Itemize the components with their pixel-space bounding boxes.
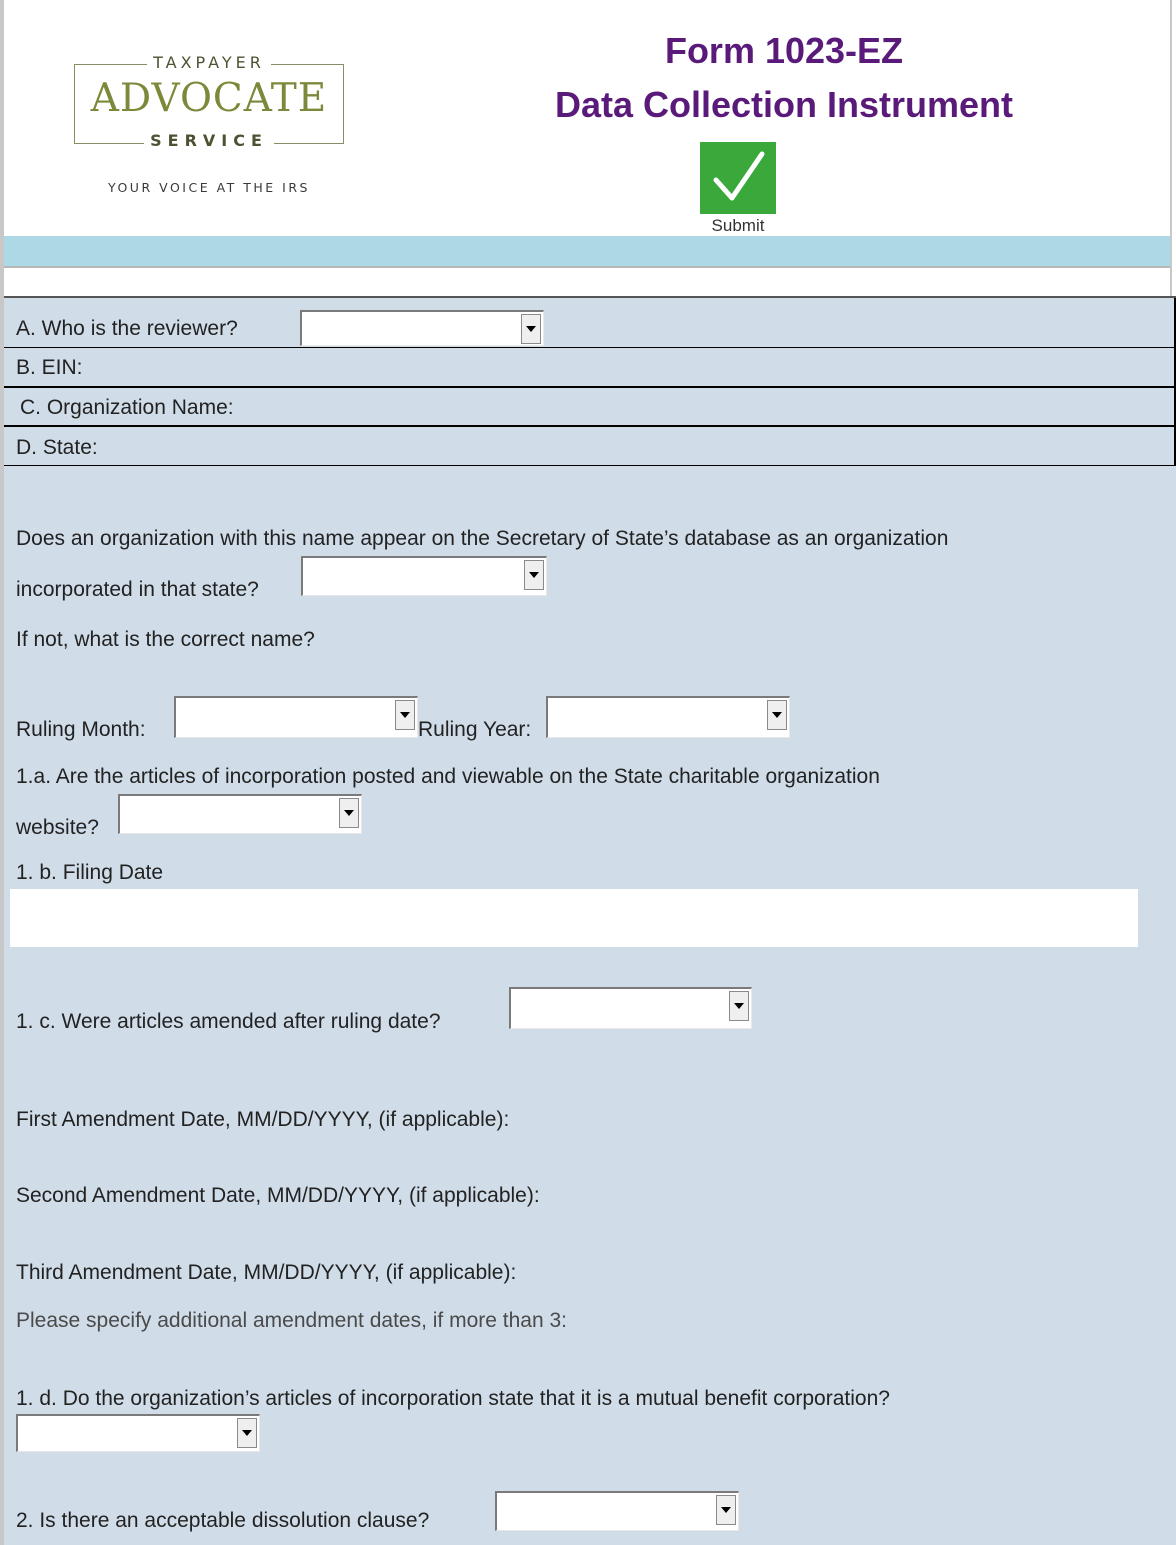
reviewer-row: A. Who is the reviewer? <box>4 298 1176 348</box>
chevron-down-icon <box>716 1495 736 1525</box>
reviewer-label: A. Who is the reviewer? <box>16 317 238 340</box>
q1c-label: 1. c. Were articles amended after ruling… <box>16 1010 441 1033</box>
articles-amended-select[interactable] <box>509 987 752 1029</box>
submit-button[interactable]: Submit <box>700 142 776 240</box>
org-name-label: C. Organization Name: <box>20 396 234 419</box>
ruling-year-label: Ruling Year: <box>418 718 532 741</box>
chevron-down-icon <box>767 700 787 730</box>
logo-top-text: TAXPAYER <box>147 53 271 72</box>
articles-posted-select[interactable] <box>118 794 362 834</box>
checkmark-icon <box>700 142 776 214</box>
ruling-month-select[interactable] <box>174 696 418 738</box>
dissolution-clause-select[interactable] <box>495 1491 739 1531</box>
q1b-label: 1. b. Filing Date <box>16 861 164 884</box>
page-subtitle: Data Collection Instrument <box>554 84 1014 125</box>
header: TAXPAYER ADVOCATE SERVICE YOUR VOICE AT … <box>4 8 1170 236</box>
state-row: D. State: <box>4 426 1176 466</box>
chevron-down-icon <box>521 314 541 344</box>
chevron-down-icon <box>524 560 544 590</box>
state-label: D. State: <box>16 436 98 459</box>
reviewer-select[interactable] <box>300 310 544 346</box>
submit-label: Submit <box>711 216 765 235</box>
chevron-down-icon <box>339 798 359 828</box>
header-band <box>4 236 1170 266</box>
correct-name-label: If not, what is the correct name? <box>16 628 315 651</box>
q1d-label: 1. d. Do the organization’s articles of … <box>16 1387 890 1410</box>
second-amendment-label: Second Amendment Date, MM/DD/YYYY, (if a… <box>16 1184 540 1207</box>
page-title: Form 1023-EZ <box>664 30 904 71</box>
q2-label: 2. Is there an acceptable dissolution cl… <box>16 1509 430 1532</box>
first-amendment-label: First Amendment Date, MM/DD/YYYY, (if ap… <box>16 1108 510 1131</box>
logo-bottom-text: SERVICE <box>144 131 274 150</box>
additional-amendments-label: Please specify additional amendment date… <box>16 1309 567 1332</box>
data-collection-form: A. Who is the reviewer? B. EIN: C. Organ… <box>4 298 1176 1545</box>
header-divider <box>4 266 1170 268</box>
mutual-benefit-select[interactable] <box>16 1414 260 1452</box>
logo-middle-text: ADVOCATE <box>90 76 328 121</box>
logo-tagline: YOUR VOICE AT THE IRS <box>108 180 310 195</box>
chevron-down-icon <box>237 1418 257 1448</box>
chevron-down-icon <box>729 991 749 1021</box>
sos-question-line1: Does an organization with this name appe… <box>16 527 949 550</box>
q1a-line2: website? <box>16 816 99 839</box>
ruling-year-select[interactable] <box>546 696 790 738</box>
ein-row: B. EIN: <box>4 348 1176 387</box>
org-name-row: C. Organization Name: <box>4 387 1176 426</box>
ein-label: B. EIN: <box>16 356 83 379</box>
third-amendment-label: Third Amendment Date, MM/DD/YYYY, (if ap… <box>16 1261 517 1284</box>
chevron-down-icon <box>395 700 415 730</box>
sos-question-line2: incorporated in that state? <box>16 578 259 601</box>
q1a-line1: 1.a. Are the articles of incorporation p… <box>16 765 880 788</box>
sos-database-select[interactable] <box>301 556 547 596</box>
taxpayer-advocate-logo: TAXPAYER ADVOCATE SERVICE YOUR VOICE AT … <box>70 53 345 199</box>
ruling-month-label: Ruling Month: <box>16 718 146 741</box>
filing-date-input[interactable] <box>10 889 1138 947</box>
